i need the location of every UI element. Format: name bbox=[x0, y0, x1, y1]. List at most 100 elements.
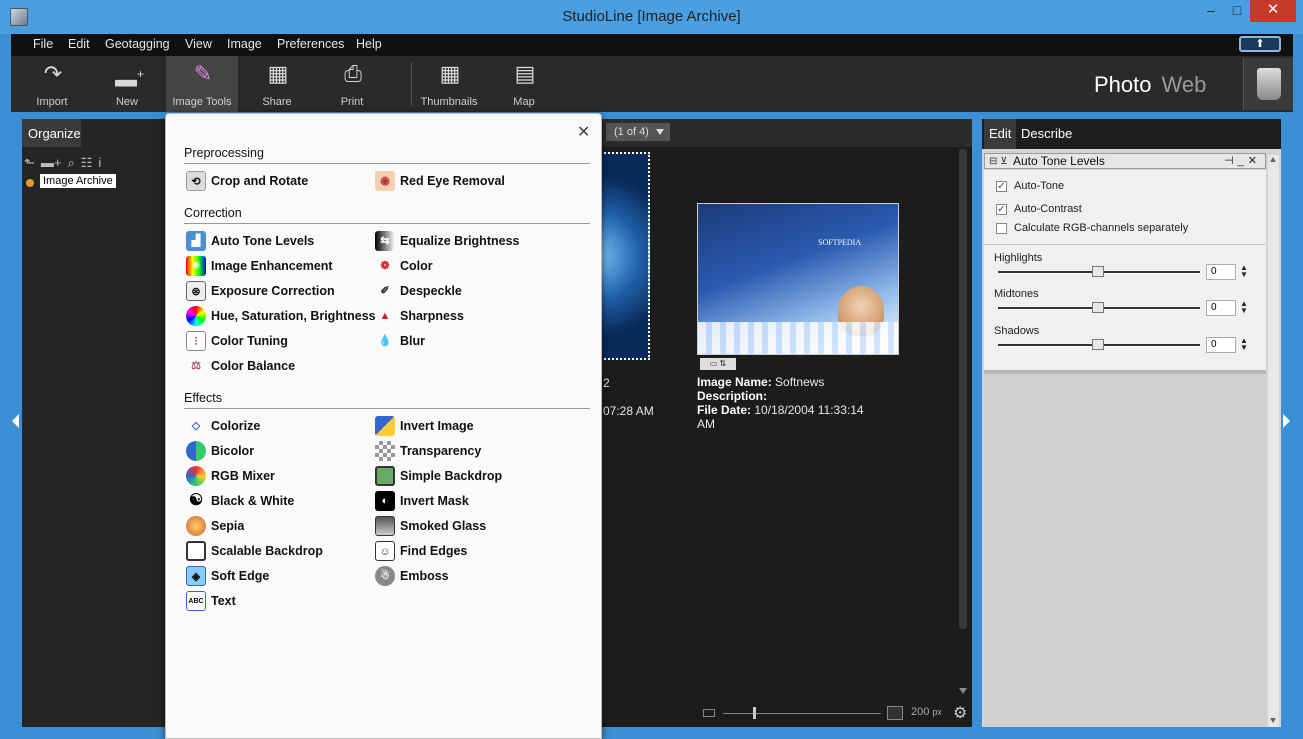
spinner-icon[interactable]: ▲ ▼ bbox=[1240, 300, 1248, 315]
print-button[interactable]: ⎙ Print bbox=[316, 56, 388, 112]
highlights-slider[interactable]: Highlights 0 ▲ ▼ bbox=[994, 252, 1258, 286]
large-thumb-icon[interactable] bbox=[887, 706, 903, 720]
image-name-value: Softnews bbox=[775, 375, 825, 389]
color-wheel-icon bbox=[186, 306, 206, 326]
tool-label: Invert Mask bbox=[400, 494, 469, 508]
scrollbar-thumb[interactable] bbox=[959, 149, 967, 629]
close-button[interactable]: ✕ bbox=[1250, 0, 1296, 22]
tool-label: Smoked Glass bbox=[400, 519, 487, 533]
emboss-icon: ☃ bbox=[375, 566, 395, 586]
checkbox-box: ✓ bbox=[996, 181, 1007, 192]
mode-switch: Photo Web bbox=[1094, 72, 1206, 98]
smoked-glass-icon bbox=[375, 516, 395, 536]
slider-label: Shadows bbox=[994, 325, 1040, 337]
slider-value-field[interactable]: 0 bbox=[1206, 300, 1236, 316]
image-tools-button[interactable]: ✎ Image Tools bbox=[166, 56, 238, 112]
checkbox-label: Auto-Tone bbox=[1014, 180, 1065, 192]
gear-icon[interactable]: ⚙ bbox=[953, 703, 967, 723]
slider-value-field[interactable]: 0 bbox=[1206, 264, 1236, 280]
tool-label: RGB Mixer bbox=[211, 469, 275, 483]
thumbnails-button[interactable]: ▦ Thumbnails bbox=[413, 56, 485, 112]
slider-knob[interactable] bbox=[1092, 302, 1104, 313]
collapse-right-icon[interactable] bbox=[1283, 414, 1290, 428]
map-button[interactable]: ▤ Map bbox=[488, 56, 560, 112]
spinner-icon[interactable]: ▲ ▼ bbox=[1240, 264, 1248, 279]
menu-file[interactable]: File bbox=[33, 37, 53, 51]
zoom-slider-knob[interactable] bbox=[753, 707, 756, 719]
page-selector[interactable]: (1 of 4) bbox=[606, 123, 670, 141]
import-label: Import bbox=[36, 96, 68, 108]
tool-label: Text bbox=[211, 594, 236, 608]
thumbnail-image-2[interactable]: SOFTPEDIA bbox=[697, 203, 899, 355]
scroll-down-icon[interactable] bbox=[1270, 718, 1276, 723]
menu-edit[interactable]: Edit bbox=[68, 37, 90, 51]
menu-view[interactable]: View bbox=[185, 37, 212, 51]
share-button[interactable]: ▦ Share bbox=[241, 56, 313, 112]
small-thumb-icon[interactable] bbox=[703, 709, 715, 717]
collapse-left-icon[interactable] bbox=[12, 414, 19, 428]
slider-label: Highlights bbox=[994, 252, 1043, 264]
panel-collapse-icon[interactable]: ⊟ ⊻ bbox=[989, 155, 1007, 169]
equalize-icon: ⇆ bbox=[375, 231, 395, 251]
checkbox-label: Calculate RGB-channels separately bbox=[1014, 222, 1189, 234]
upload-icon: ⬆ bbox=[1255, 38, 1265, 50]
shadows-slider[interactable]: Shadows 0 ▲ ▼ bbox=[994, 325, 1258, 359]
edit-panel-scrollbar[interactable] bbox=[1268, 155, 1279, 727]
import-button[interactable]: ↷ Import bbox=[16, 56, 88, 112]
main-toolbar: ↷ Import ▬+ New ✎ Image Tools ▦ Share ⎙ … bbox=[11, 56, 1293, 112]
spinner-icon[interactable]: ▲ ▼ bbox=[1240, 337, 1248, 352]
tab-edit[interactable]: Edit bbox=[984, 119, 1017, 149]
thumbnail-badge-icons[interactable]: ▭ ⇅ bbox=[700, 358, 736, 370]
new-folder-icon[interactable]: ▬+ bbox=[41, 155, 62, 170]
scroll-up-icon[interactable] bbox=[1270, 157, 1276, 162]
new-folder-icon: ▬+ bbox=[115, 66, 145, 92]
tab-organize[interactable]: Organize bbox=[22, 119, 81, 147]
info-icon[interactable]: i bbox=[98, 155, 101, 170]
thumbnail-1-date: 07:28 AM bbox=[603, 404, 654, 418]
divider bbox=[984, 244, 1266, 245]
print-label: Print bbox=[340, 96, 364, 108]
rgb-mixer-icon bbox=[186, 466, 206, 486]
menu-preferences[interactable]: Preferences bbox=[277, 37, 344, 51]
tab-describe[interactable]: Describe bbox=[1016, 119, 1077, 149]
search-icon[interactable]: ⌕ bbox=[67, 155, 74, 170]
file-date-label: File Date: bbox=[697, 403, 752, 417]
close-icon[interactable]: ✕ bbox=[577, 122, 590, 142]
tree-view-icon[interactable]: ☷ bbox=[81, 155, 93, 170]
archive-dot-icon bbox=[26, 179, 34, 187]
menu-geotagging[interactable]: Geotagging bbox=[105, 37, 170, 51]
tool-label: Exposure Correction bbox=[211, 284, 335, 298]
soft-edge-icon: ◈ bbox=[186, 566, 206, 586]
trash-button[interactable] bbox=[1243, 58, 1293, 110]
tool-label: Simple Backdrop bbox=[400, 469, 503, 483]
photo-mode-tab[interactable]: Photo bbox=[1094, 72, 1152, 97]
scroll-down-icon[interactable] bbox=[959, 688, 967, 694]
eye-icon: ◉ bbox=[375, 171, 395, 191]
description-label: Description: bbox=[697, 389, 768, 403]
brush-icon: ✐ bbox=[380, 285, 390, 297]
slider-label: Midtones bbox=[994, 288, 1039, 300]
slider-knob[interactable] bbox=[1092, 266, 1104, 277]
menu-help[interactable]: Help bbox=[356, 37, 382, 51]
up-folder-icon[interactable]: ⬑ bbox=[24, 155, 35, 170]
invert-image-icon bbox=[375, 416, 395, 436]
maximize-button[interactable]: □ bbox=[1224, 0, 1250, 22]
image-name-label: Image Name: bbox=[697, 375, 772, 389]
slider-knob[interactable] bbox=[1092, 339, 1104, 350]
new-button[interactable]: ▬+ New bbox=[91, 56, 163, 112]
thumbnail-scrollbar[interactable] bbox=[958, 149, 968, 694]
upload-button[interactable]: ⬆ bbox=[1239, 36, 1281, 52]
menu-image[interactable]: Image bbox=[227, 37, 262, 51]
auto-tone-settings: ✓ Auto-Tone ✓ Auto-Contrast Calculate RG… bbox=[984, 170, 1266, 370]
midtones-slider[interactable]: Midtones 0 ▲ ▼ bbox=[994, 288, 1258, 322]
zoom-slider-track[interactable] bbox=[723, 713, 881, 714]
tool-panel-header: ⊟ ⊻ Auto Tone Levels ⊣_✕ bbox=[984, 153, 1266, 169]
tool-label: Blur bbox=[400, 334, 425, 348]
slider-value-field[interactable]: 0 bbox=[1206, 337, 1236, 353]
panel-window-controls[interactable]: ⊣_✕ bbox=[1224, 154, 1261, 168]
map-label: Map bbox=[513, 96, 535, 108]
trash-icon bbox=[1257, 68, 1281, 100]
tool-label: Bicolor bbox=[211, 444, 255, 458]
web-mode-tab[interactable]: Web bbox=[1162, 72, 1207, 97]
minimize-button[interactable]: – bbox=[1198, 0, 1224, 22]
